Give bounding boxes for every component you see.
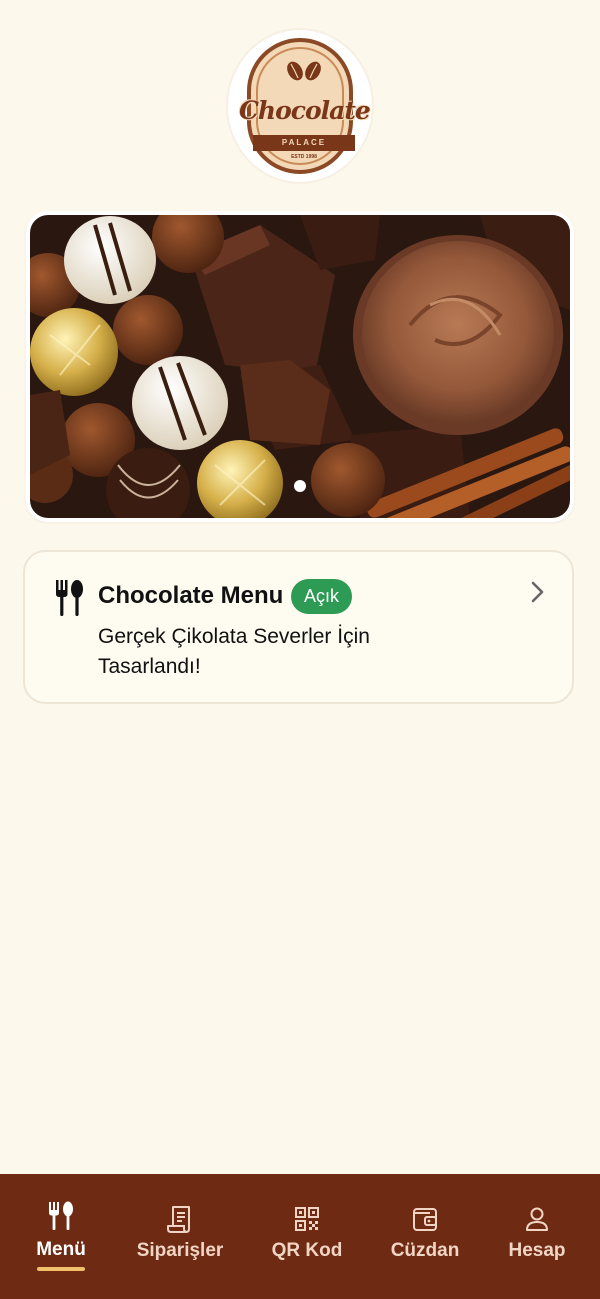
person-icon [526,1207,548,1231]
nav-item-orders[interactable]: Siparişler [130,1174,230,1299]
bottom-navigation: Menü Siparişler QR Kod Cüzdan Hesap [0,1174,600,1299]
carousel-pager-dot[interactable] [294,480,306,492]
menu-description: Gerçek Çikolata Severler İçin Tasarlandı… [98,625,370,678]
nav-label-wallet: Cüzdan [390,1240,460,1261]
wallet-icon [413,1208,437,1231]
brand-logo: Chocolate PALACE ESTD 1998 [226,28,374,184]
nav-label-menu: Menü [36,1239,86,1260]
nav-item-account[interactable]: Hesap [497,1174,577,1299]
nav-label-account: Hesap [508,1240,566,1261]
nav-label-orders: Siparişler [136,1240,224,1261]
qr-code-icon [295,1207,319,1231]
chocolate-assortment-image [30,215,570,518]
menu-title: Chocolate Menu [98,582,284,609]
logo-ribbon: PALACE [253,135,355,151]
nav-label-qr: QR Kod [271,1240,343,1261]
fork-spoon-icon [56,580,83,616]
logo-badge: Chocolate PALACE ESTD 1998 [239,38,371,174]
nav-item-menu[interactable]: Menü [22,1174,100,1299]
logo-script-text: Chocolate [239,96,371,125]
logo-est-text: ESTD 1998 [291,154,317,160]
cocoa-beans-icon [287,61,321,81]
menu-card[interactable]: Chocolate Menu Açık Gerçek Çikolata Seve… [23,550,574,704]
nav-item-qr[interactable]: QR Kod [262,1174,352,1299]
chevron-right-icon[interactable] [529,580,545,604]
status-badge: Açık [291,579,353,614]
fork-spoon-icon [49,1201,73,1230]
nav-active-indicator [37,1267,85,1271]
nav-item-wallet[interactable]: Cüzdan [382,1174,468,1299]
promo-banner[interactable] [26,211,574,522]
receipt-icon [167,1206,190,1233]
